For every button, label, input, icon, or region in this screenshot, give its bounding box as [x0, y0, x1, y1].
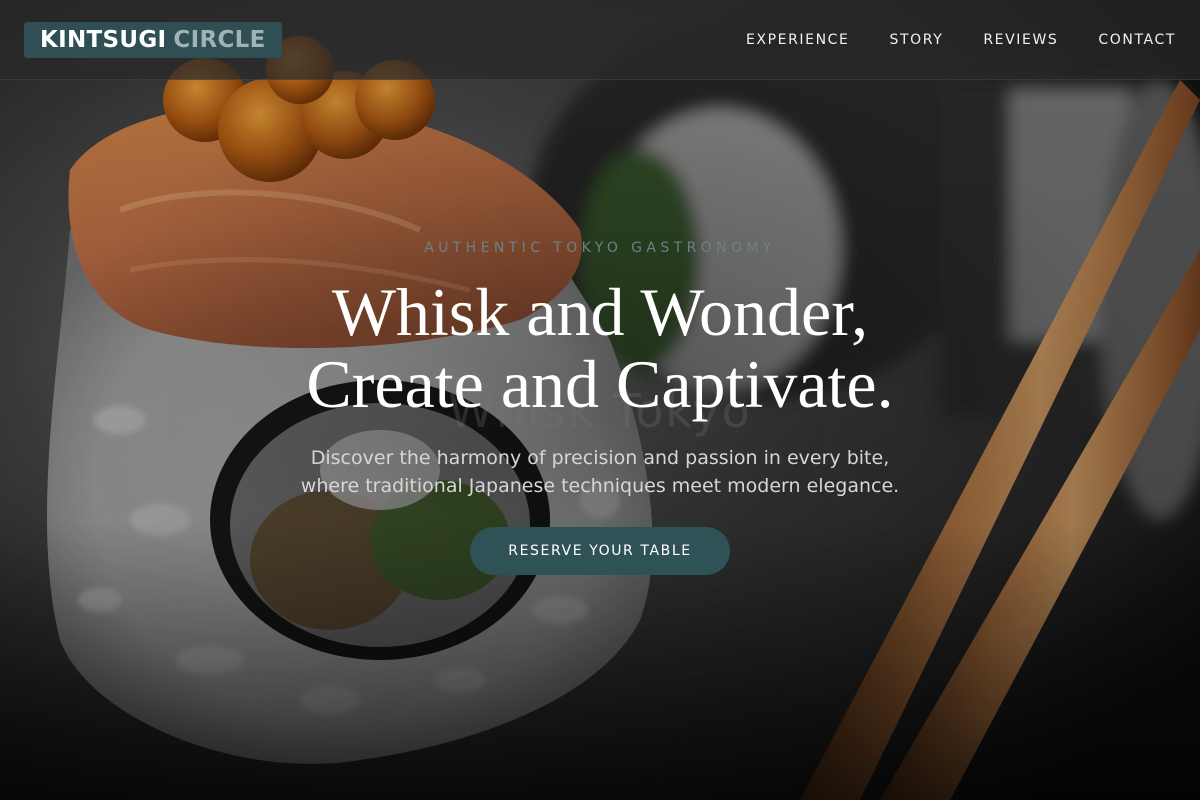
nav-link-contact[interactable]: CONTACT	[1098, 32, 1176, 48]
nav-link-reviews[interactable]: REVIEWS	[983, 32, 1058, 48]
hero-headline-line-2: Create and Captivate.	[306, 346, 894, 422]
hero-section: AUTHENTIC TOKYO GASTRONOMY Whisk Tokyo W…	[0, 0, 1200, 800]
nav-link-story[interactable]: STORY	[890, 32, 944, 48]
brand-logo[interactable]: KINTSUGI CIRCLE	[24, 21, 282, 58]
brand-name-primary: KINTSUGI	[40, 26, 167, 53]
reserve-table-button[interactable]: RESERVE YOUR TABLE	[470, 527, 730, 575]
nav-link-experience[interactable]: EXPERIENCE	[746, 32, 850, 48]
hero-description: Discover the harmony of precision and pa…	[0, 444, 1200, 500]
hero-headline-line-1: Whisk and Wonder,	[331, 274, 869, 350]
hero-eyebrow: AUTHENTIC TOKYO GASTRONOMY	[424, 240, 776, 256]
main-navigation: EXPERIENCE STORY REVIEWS CONTACT	[746, 32, 1176, 48]
brand-name-secondary: CIRCLE	[173, 26, 266, 53]
hero-description-line-1: Discover the harmony of precision and pa…	[310, 447, 890, 469]
hero-headline: Whisk and Wonder, Create and Captivate.	[0, 276, 1200, 420]
site-header: KINTSUGI CIRCLE EXPERIENCE STORY REVIEWS…	[0, 0, 1200, 80]
hero-description-line-2: where traditional Japanese techniques me…	[300, 475, 900, 497]
